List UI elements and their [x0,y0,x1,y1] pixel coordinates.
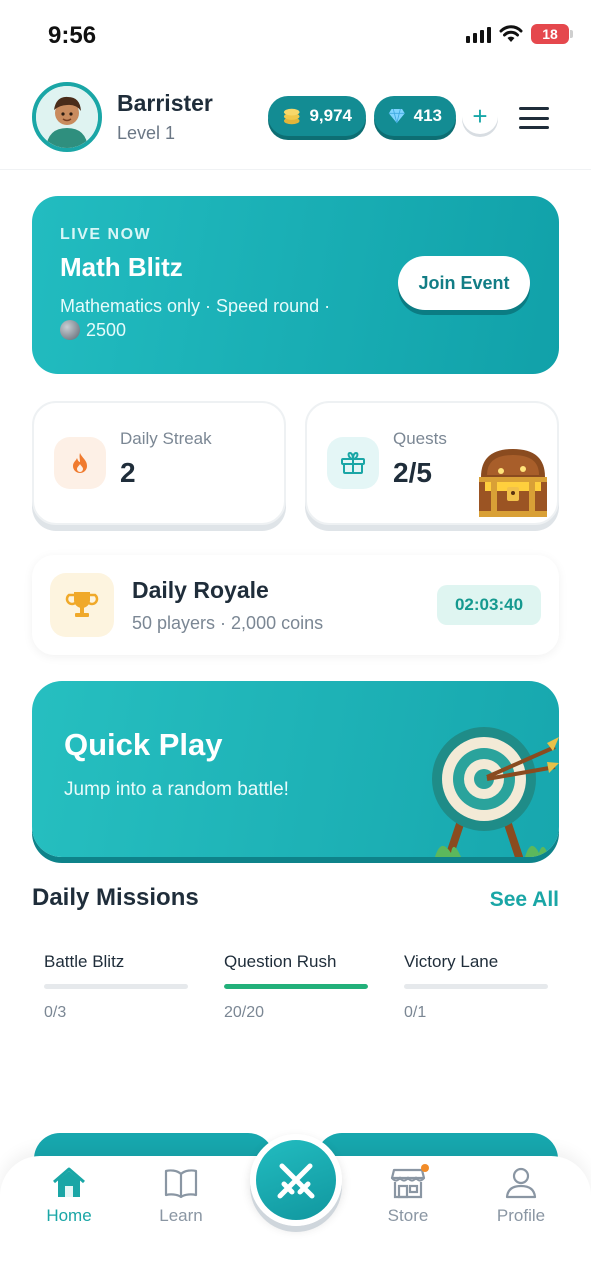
nav-profile-label: Profile [496,1206,546,1225]
coins-value: 9,974 [309,106,352,125]
nav-home-label: Home [46,1206,92,1225]
wifi-icon [499,25,523,42]
live-event-card[interactable]: LIVE NOW Math Blitz Mathematics only · S… [32,196,559,374]
silver-coin-icon [60,320,80,340]
add-currency-button[interactable]: + [462,98,498,134]
streak-label: Daily Streak [120,429,212,448]
event-title: Math Blitz [60,252,183,282]
quick-play-card[interactable]: Quick Play Jump into a random battle! [32,681,559,857]
status-indicators: 18 [466,24,573,44]
gems-value: 413 [413,106,442,125]
event-description-text: Mathematics only · Speed round · [60,296,331,316]
royale-countdown: 02:03:40 [437,585,541,625]
mission-progress-text: 0/3 [44,1004,67,1021]
user-level: Level 1 [117,123,176,143]
quests-card[interactable]: Quests 2/5 [305,401,559,525]
daily-royale-card[interactable]: Daily Royale 50 players · 2,000 coins 02… [32,555,559,655]
live-badge: LIVE NOW [60,226,152,243]
store-icon [390,1168,426,1199]
hamburger-menu-icon[interactable] [519,107,549,129]
event-prize: 2500 [86,320,127,340]
trophy-icon [50,573,114,637]
status-time: 9:56 [48,22,97,49]
battery-level: 18 [542,26,558,42]
mission-progress-bar [404,984,548,989]
quick-play-subtitle: Jump into a random battle! [64,779,289,800]
notification-dot [421,1164,429,1172]
battery-icon: 18 [531,24,573,44]
status-bar: 9:56 18 [0,0,591,70]
royale-title: Daily Royale [132,577,269,603]
nav-store[interactable]: Store [363,1164,453,1226]
gems-balance[interactable]: 413 [374,96,456,136]
mission-item[interactable]: Victory Lane 0/1 [404,952,548,1022]
user-icon [505,1167,537,1199]
battle-button[interactable] [250,1134,342,1226]
mission-name: Question Rush [224,952,337,971]
archery-target-icon [432,727,559,857]
app-header: Barrister Level 1 9,974 413 + [0,80,591,170]
event-description: Mathematics only · Speed round · 2500 [60,294,380,342]
mission-item[interactable]: Battle Blitz 0/3 [44,952,188,1022]
coin-stack-icon [283,108,300,125]
nav-learn[interactable]: Learn [136,1166,226,1226]
nav-store-label: Store [387,1206,429,1225]
treasure-chest-icon [479,449,547,517]
quests-value: 2/5 [393,457,432,488]
daily-streak-card[interactable]: Daily Streak 2 [32,401,286,525]
avatar-character-icon [36,86,98,148]
daily-missions-heading: Daily Missions [32,884,199,911]
mission-name: Battle Blitz [44,952,125,971]
gift-icon [327,437,379,489]
book-icon [164,1169,198,1199]
see-all-link[interactable]: See All [490,888,559,912]
quests-label: Quests [393,429,447,448]
nav-learn-label: Learn [159,1206,203,1225]
diamond-icon [388,108,405,124]
join-event-button[interactable]: Join Event [398,256,530,310]
mission-name: Victory Lane [404,952,499,971]
cellular-signal-icon [466,25,491,43]
home-icon [53,1167,85,1197]
mission-progress-text: 0/1 [404,1004,427,1021]
coins-balance[interactable]: 9,974 [268,96,366,136]
streak-value: 2 [120,457,136,488]
crossed-swords-icon [277,1163,315,1199]
nav-profile[interactable]: Profile [476,1166,566,1226]
avatar[interactable] [32,82,102,152]
mission-progress-bar [44,984,188,989]
nav-home[interactable]: Home [24,1166,114,1226]
royale-subtitle: 50 players · 2,000 coins [132,613,324,633]
mission-progress-text: 20/20 [224,1004,265,1021]
mission-progress-bar [224,984,368,989]
flame-icon [54,437,106,489]
mission-item[interactable]: Question Rush 20/20 [224,952,368,1022]
username: Barrister [117,90,213,116]
quick-play-title: Quick Play [64,727,223,762]
